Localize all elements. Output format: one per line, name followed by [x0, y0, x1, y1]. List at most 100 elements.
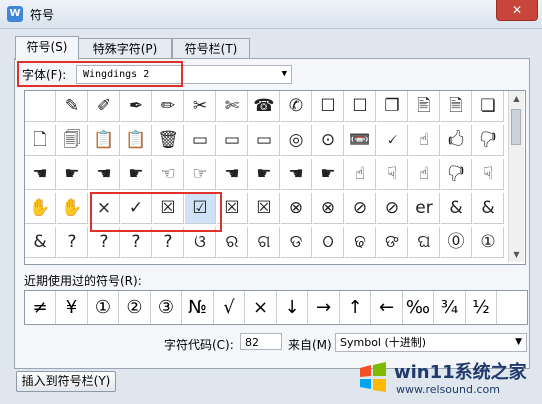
recent-symbol-cell[interactable]: ‰: [403, 291, 434, 324]
symbol-cell[interactable]: ◎: [281, 125, 312, 156]
symbol-cell[interactable]: ①: [473, 227, 504, 258]
tab-symbol-bar[interactable]: 符号栏(T): [172, 38, 250, 59]
symbol-cell[interactable]: ❏: [473, 91, 504, 122]
symbol-cell[interactable]: 🗋: [25, 125, 56, 156]
symbol-cell[interactable]: ଘ: [409, 227, 440, 258]
recent-symbol-cell[interactable]: ½: [466, 291, 497, 324]
scroll-down-icon[interactable]: ▼: [509, 247, 524, 262]
symbol-cell[interactable]: ✋: [25, 193, 56, 224]
symbol-cell[interactable]: 🗑: [153, 125, 184, 156]
recent-symbol-cell[interactable]: ←: [372, 291, 403, 324]
symbol-cell[interactable]: ☒: [249, 193, 280, 224]
symbol-cell[interactable]: ☛: [313, 159, 344, 190]
recent-symbol-cell[interactable]: ≠: [25, 291, 56, 324]
scroll-thumb[interactable]: [511, 109, 521, 145]
symbol-cell[interactable]: ✋: [57, 193, 88, 224]
symbol-cell[interactable]: ଠ: [313, 227, 344, 258]
symbol-cell[interactable]: &: [441, 193, 472, 224]
symbol-cell[interactable]: ☐: [313, 91, 344, 122]
grid-scrollbar[interactable]: ▲ ▼: [508, 91, 524, 262]
recent-symbol-cell[interactable]: ①: [88, 291, 119, 324]
scroll-up-icon[interactable]: ▲: [509, 91, 524, 106]
char-code-input[interactable]: 82: [240, 333, 282, 350]
symbol-cell[interactable]: ✎: [57, 91, 88, 122]
symbol-cell[interactable]: ⊗: [281, 193, 312, 224]
symbol-cell[interactable]: ✐: [89, 91, 120, 122]
close-button[interactable]: ✕: [496, 0, 538, 21]
symbol-cell[interactable]: ❐: [377, 91, 408, 122]
symbol-cell[interactable]: ▭: [185, 125, 216, 156]
symbol-cell[interactable]: 🖹: [409, 91, 440, 122]
symbol-cell[interactable]: 🗸: [377, 125, 408, 156]
recent-symbol-cell[interactable]: ↑: [340, 291, 371, 324]
chevron-down-icon: ▼: [281, 69, 287, 79]
symbol-cell[interactable]: 🗎: [441, 91, 472, 122]
recent-symbol-cell[interactable]: ¥: [57, 291, 88, 324]
tab-special-chars[interactable]: 特殊字符(P): [78, 38, 172, 59]
symbol-cell[interactable]: ✏: [153, 91, 184, 122]
symbol-cell[interactable]: ☞: [185, 159, 216, 190]
font-highlight-box: [17, 61, 183, 87]
insert-to-symbol-bar-button[interactable]: 插入到符号栏(Y): [16, 371, 116, 392]
symbol-cell[interactable]: 📋: [89, 125, 120, 156]
symbol-cell[interactable]: ☝: [409, 125, 440, 156]
symbol-cell[interactable]: ଢ: [345, 227, 376, 258]
symbol-cell[interactable]: ☎: [249, 91, 280, 122]
tab-symbols[interactable]: 符号(S): [15, 36, 79, 60]
recent-symbol-cell[interactable]: ¾: [435, 291, 466, 324]
symbol-cell[interactable]: 🖒: [441, 125, 472, 156]
symbol-cell[interactable]: 📋: [121, 125, 152, 156]
symbol-cell[interactable]: ☟: [473, 159, 504, 190]
symbol-cell[interactable]: 🗐: [57, 125, 88, 156]
symbol-cell[interactable]: ☝: [345, 159, 376, 190]
recent-symbol-cell[interactable]: ↓: [277, 291, 308, 324]
from-select[interactable]: Symbol (十进制) ▼: [335, 333, 527, 352]
symbol-cell[interactable]: ☟: [377, 159, 408, 190]
symbol-grid: ✎ ✐ ✒ ✏ ✂ ✄ ☎ ✆ ☐ ☐ ❐ 🖹 🗎 ❏ 🗋 🗐 📋 📋 🗑 ▭ ▭ ▭ ◎ ⊙ 📼 🗸 ☝ 🖒 🖓 ☚ ☛ ☚ ☛ ☜ ☞ ☚ ☛ ☚ ☛ ☝…: [24, 90, 526, 265]
symbol-cell[interactable]: 📼: [345, 125, 376, 156]
symbol-cell[interactable]: ☐: [345, 91, 376, 122]
symbol-cell[interactable]: ଙ: [377, 227, 408, 258]
watermark-site-name: win11系统之家: [394, 362, 527, 383]
recent-symbol-cell[interactable]: √: [214, 291, 245, 324]
symbol-cell[interactable]: ଡ: [281, 227, 312, 258]
symbol-cell[interactable]: ?: [57, 227, 88, 258]
symbol-cell[interactable]: [25, 91, 56, 122]
title-bar: W 符号 ✕: [0, 0, 542, 29]
windows-logo-icon: [360, 362, 386, 392]
recent-symbol-cell[interactable]: ③: [151, 291, 182, 324]
symbol-cell[interactable]: ଗ: [249, 227, 280, 258]
symbol-cell[interactable]: ☛: [249, 159, 280, 190]
symbol-cell[interactable]: ⊘: [345, 193, 376, 224]
symbol-cell[interactable]: 🖓: [441, 159, 472, 190]
wps-app-icon: W: [7, 6, 23, 22]
symbol-cell[interactable]: ✆: [281, 91, 312, 122]
window-title: 符号: [30, 8, 55, 22]
symbol-cell[interactable]: ☛: [121, 159, 152, 190]
symbol-cell[interactable]: ⊗: [313, 193, 344, 224]
symbol-cell[interactable]: ▭: [249, 125, 280, 156]
symbol-cell[interactable]: ☚: [25, 159, 56, 190]
symbol-cell[interactable]: &: [25, 227, 56, 258]
symbol-cell[interactable]: ⊘: [377, 193, 408, 224]
symbol-cell[interactable]: ☚: [89, 159, 120, 190]
recent-symbol-cell[interactable]: №: [183, 291, 214, 324]
symbol-cell[interactable]: ✂: [185, 91, 216, 122]
symbol-cell[interactable]: 🖓: [473, 125, 504, 156]
recent-symbol-cell[interactable]: ②: [120, 291, 151, 324]
recent-symbol-cell[interactable]: →: [309, 291, 340, 324]
recent-symbol-cell[interactable]: ×: [246, 291, 277, 324]
symbol-cell[interactable]: ✒: [121, 91, 152, 122]
recent-symbols-row: ≠ ¥ ① ② ③ № √ × ↓ → ↑ ← ‰ ¾ ½: [24, 290, 528, 325]
symbol-cell[interactable]: ☛: [57, 159, 88, 190]
symbol-cell[interactable]: ▭: [217, 125, 248, 156]
symbol-cell[interactable]: er: [409, 193, 440, 224]
symbol-cell[interactable]: ☜: [153, 159, 184, 190]
symbol-cell[interactable]: ☝: [409, 159, 440, 190]
symbol-cell[interactable]: &: [473, 193, 504, 224]
symbol-cell[interactable]: ⓪: [441, 227, 472, 258]
symbol-cell[interactable]: ✄: [217, 91, 248, 122]
symbol-cell[interactable]: ☚: [281, 159, 312, 190]
symbol-cell[interactable]: ⊙: [313, 125, 344, 156]
symbol-cell[interactable]: ☚: [217, 159, 248, 190]
